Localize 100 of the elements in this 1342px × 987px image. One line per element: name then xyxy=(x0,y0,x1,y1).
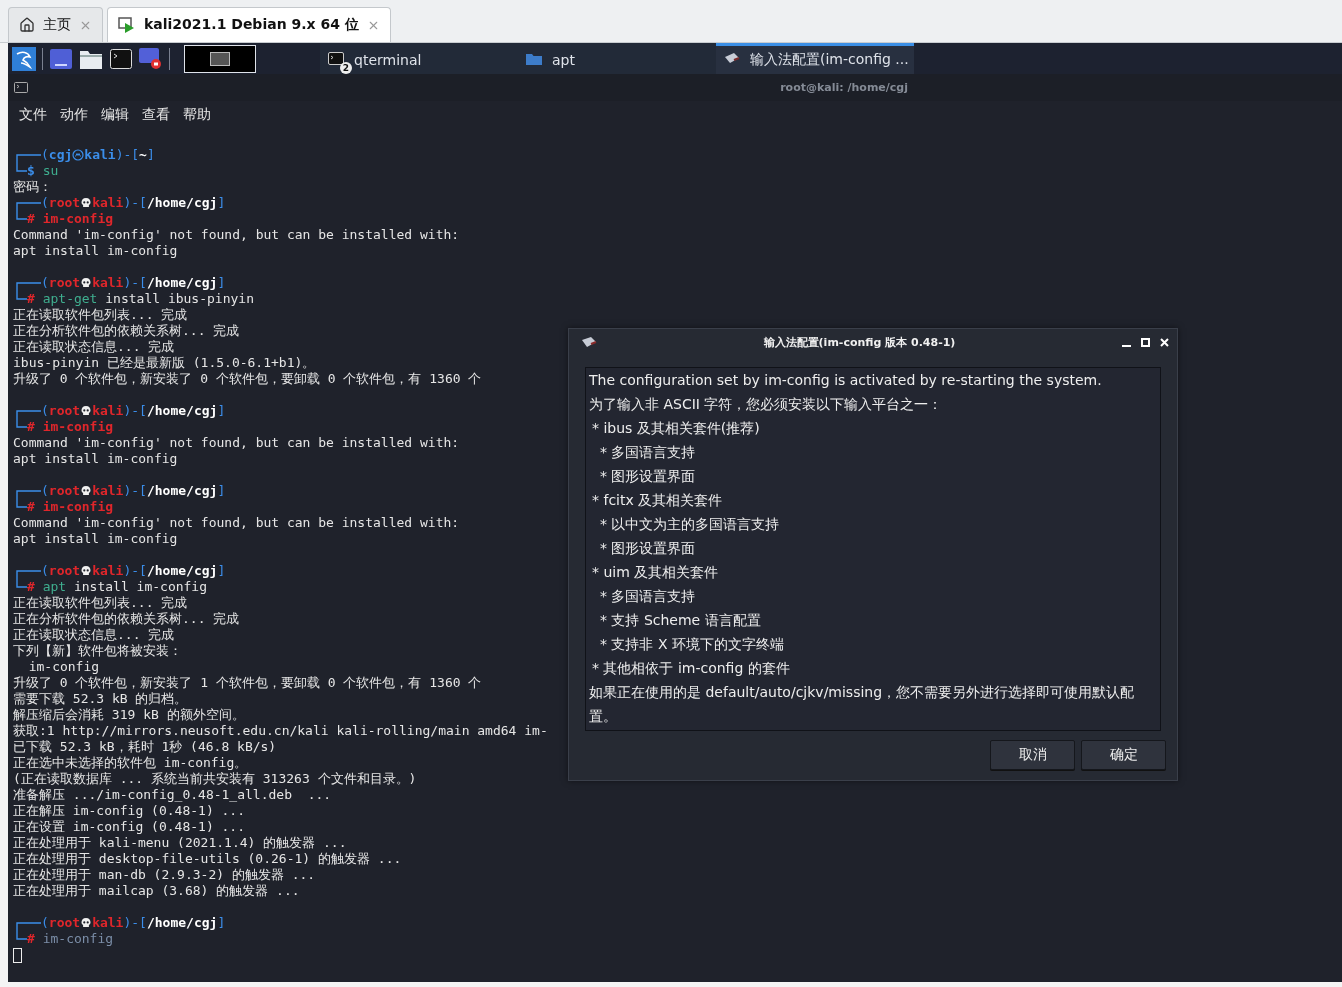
prompt-bracket: )-[ xyxy=(123,403,147,419)
output-line: im-config xyxy=(27,659,100,675)
skull-icon xyxy=(80,485,93,497)
menu-item[interactable]: 查看 xyxy=(142,106,170,124)
prompt-bracket: ( xyxy=(41,275,49,291)
dialog-button[interactable]: 取消 xyxy=(990,740,1075,770)
taskbar-item[interactable]: 2 qterminal xyxy=(320,43,518,74)
prompt-path: /home/cgj xyxy=(146,483,218,499)
prompt-bracket: ( xyxy=(41,403,49,419)
prompt-path: /home/cgj xyxy=(146,195,218,211)
menu-logo-icon[interactable] xyxy=(12,46,36,71)
output-line: 正在解压 im-config (0.48-1) ... xyxy=(13,803,245,819)
output-line: 正在读取软件包列表... 完成 xyxy=(13,307,188,323)
prompt-bracket: ] xyxy=(217,403,226,419)
browser-tab[interactable]: kali2021.1 Debian 9.x 64 位 xyxy=(107,7,391,42)
menu-item[interactable]: 动作 xyxy=(60,106,88,124)
dialog-button[interactable]: 确定 xyxy=(1081,740,1166,770)
menu-item[interactable]: 帮助 xyxy=(183,106,211,124)
skull-icon xyxy=(80,405,93,417)
command-text: apt xyxy=(42,579,67,595)
prompt-path: /home/cgj xyxy=(146,563,218,579)
output-line: 正在分析软件包的依赖关系树... 完成 xyxy=(13,611,240,627)
prompt-bracket: ] xyxy=(217,563,226,579)
browser-tab[interactable]: 主页 xyxy=(8,7,103,42)
prompt-host: kali xyxy=(92,483,124,499)
virtual-machine-icon xyxy=(118,17,136,33)
prompt-bracket: ] xyxy=(217,483,226,499)
message-text-area[interactable] xyxy=(585,367,1161,731)
skull-icon xyxy=(80,277,93,289)
prompt-symbol: # xyxy=(27,499,35,515)
list-item-text: * 多国语言支持 xyxy=(599,587,697,606)
window-icon[interactable] xyxy=(49,46,73,71)
output-line: 准备解压 .../im-config_0.48-1_all.deb ... xyxy=(13,787,332,803)
prompt-bracket: ] xyxy=(217,195,226,211)
output-line: 正在选中未选择的软件包 im-config。 xyxy=(13,755,248,771)
window-title: root@kali: /home/cgj xyxy=(780,81,908,94)
output-line: 升级了 0 个软件包，新安装了 1 个软件包，要卸载 0 个软件包，有 1360 个 xyxy=(13,675,482,691)
task-label: apt xyxy=(552,52,575,68)
output-line: 升级了 0 个软件包，新安装了 0 个软件包，要卸载 0 个软件包，有 1360 个 xyxy=(13,371,482,387)
task-label: 输入法配置(im-config ... xyxy=(750,51,909,69)
output-line: 正在处理用于 mailcap (3.68) 的触发器 ... xyxy=(13,883,300,899)
menu-item[interactable]: 文件 xyxy=(19,106,47,124)
output-line: 正在读取状态信息... 完成 xyxy=(13,339,175,355)
taskbar-item[interactable]: apt xyxy=(518,43,716,74)
prompt-host: kali xyxy=(92,403,124,419)
output-line: 正在处理用于 man-db (2.9.3-2) 的触发器 ... xyxy=(13,867,316,883)
output-line: 正在读取软件包列表... 完成 xyxy=(13,595,188,611)
prompt-user: root xyxy=(48,915,81,931)
prompt-user: cgj xyxy=(48,147,73,163)
output-line: (正在读取数据库 ... 系统当前共安装有 313263 个文件和目录。) xyxy=(13,771,417,787)
prompt-user: root xyxy=(48,275,81,291)
folder-icon xyxy=(526,52,542,65)
prompt-bracket: ( xyxy=(41,563,49,579)
output-line: 获取:1 http://mirrors.neusoft.edu.cn/kali kali-rolling/main amd64 im- xyxy=(13,723,548,739)
workspace-switcher[interactable] xyxy=(184,44,256,73)
prompt-symbol: # xyxy=(27,291,35,307)
list-item-text: * uim 及其相关套件 xyxy=(591,563,720,582)
output-line: 正在处理用于 kali-menu (2021.1.4) 的触发器 ... xyxy=(13,835,347,851)
output-line: Command 'im-config' not found, but can be installed with: xyxy=(13,435,460,451)
paragraph-text: 如果正在使用的是 default/auto/cjkv/missing，您不需要另外进行选择即可使用默认配置。 xyxy=(589,683,1136,726)
prompt-path: /home/cgj xyxy=(146,915,218,931)
command-text: im-config xyxy=(42,931,114,947)
prompt-symbol: $ xyxy=(27,163,35,179)
screen-recorder-icon[interactable] xyxy=(139,46,163,71)
menu-item[interactable]: 编辑 xyxy=(101,106,129,124)
list-item-text: * 图形设置界面 xyxy=(599,467,697,486)
keyboard-icon xyxy=(581,336,597,348)
prompt-bracket: ] xyxy=(217,275,226,291)
command-text: install ibus-pinyin xyxy=(104,291,254,307)
prompt-user: root xyxy=(48,563,81,579)
list-item-text: * 以中文为主的多国语言支持 xyxy=(599,515,781,534)
close-icon[interactable] xyxy=(1160,337,1169,347)
output-line: 正在设置 im-config (0.48-1) ... xyxy=(13,819,245,835)
home-icon xyxy=(19,17,35,33)
command-text: im-config xyxy=(42,499,114,515)
output-line: 下列【新】软件包将被安装： xyxy=(13,643,182,659)
taskbar-item[interactable]: 输入法配置(im-config ... xyxy=(716,43,914,74)
task-label: qterminal xyxy=(354,52,422,68)
list-item-text: * 图形设置界面 xyxy=(599,539,697,558)
output-line: apt install im-config xyxy=(13,243,178,259)
prompt-user: root xyxy=(48,403,81,419)
prompt-host: kali xyxy=(92,275,124,291)
command-text: install im-config xyxy=(72,579,208,595)
output-line: apt install im-config xyxy=(13,451,178,467)
prompt-host: kali xyxy=(92,563,124,579)
prompt-bracket: ( xyxy=(41,915,49,931)
dialog-title: 输入法配置(im-config 版本 0.48-1) xyxy=(762,334,957,350)
terminal-icon[interactable] xyxy=(109,46,133,71)
prompt-bracket: ( xyxy=(41,147,49,163)
output-line: apt install im-config xyxy=(13,531,178,547)
maximize-icon[interactable] xyxy=(1141,337,1150,347)
terminal-icon xyxy=(14,82,28,93)
paragraph-text: The configuration set by im-config is activated by re-starting the system. xyxy=(589,371,1103,390)
terminal-icon xyxy=(328,52,344,65)
prompt-path: /home/cgj xyxy=(146,403,218,419)
list-item-text: * ibus 及其相关套件(推荐) xyxy=(591,419,761,438)
command-text: apt-get xyxy=(42,291,98,307)
skull-icon xyxy=(80,197,93,209)
list-item-text: * fcitx 及其相关套件 xyxy=(591,491,724,510)
keyboard-icon xyxy=(724,52,740,65)
